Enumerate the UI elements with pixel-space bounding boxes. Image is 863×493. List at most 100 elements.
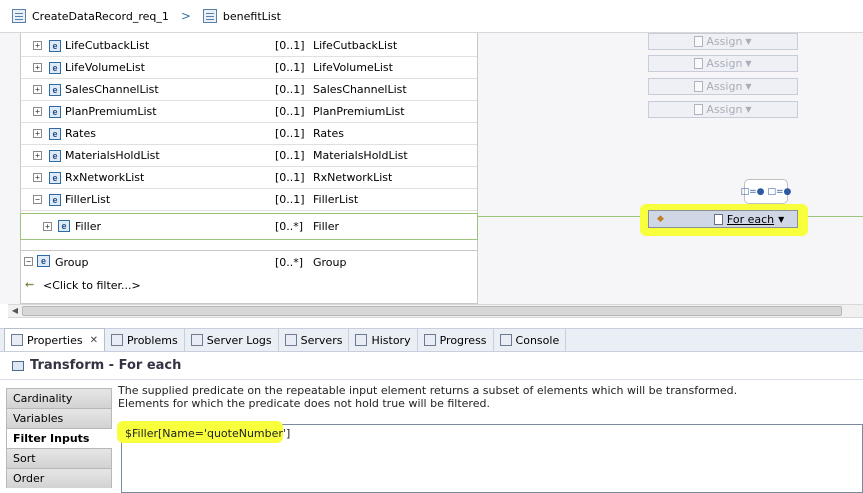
tree-item-type: MaterialsHoldList (313, 149, 408, 162)
close-icon[interactable]: ✕ (90, 335, 98, 346)
dropdown-arrow-icon[interactable]: ▼ (745, 59, 751, 68)
assign-label: Assign (706, 57, 743, 70)
expand-icon[interactable]: + (33, 129, 42, 138)
tree-item-type: PlanPremiumList (313, 105, 405, 118)
tree-item-cardinality: [0..1] (275, 171, 305, 184)
document-icon (694, 58, 704, 69)
servers-icon (284, 334, 297, 346)
tab-label: Console (515, 333, 560, 347)
nav-variables[interactable]: Variables (6, 408, 112, 428)
tab-history[interactable]: History (349, 329, 418, 351)
tree-item-cardinality: [0..1] (275, 61, 305, 74)
expand-icon[interactable]: + (33, 63, 42, 72)
server-logs-icon (190, 334, 203, 346)
transform-icon (12, 360, 24, 371)
tree-row-filler[interactable]: + e Filler [0..*] Filler (20, 213, 478, 240)
view-tabs: Properties ✕ Problems Server Logs Server… (0, 328, 863, 352)
collapse-icon[interactable]: − (33, 195, 42, 204)
tab-label: History (371, 333, 411, 347)
expand-icon[interactable]: + (33, 107, 42, 116)
description: The supplied predicate on the repeatable… (118, 384, 863, 410)
tree-item-cardinality: [0..1] (275, 149, 305, 162)
history-icon (355, 334, 368, 346)
scroll-thumb[interactable] (22, 306, 842, 316)
assign-transform[interactable]: Assign ▼ (648, 101, 798, 118)
breadcrumb: CreateDataRecord_req_1 > benefitList (0, 0, 863, 33)
nav-cardinality[interactable]: Cardinality (6, 388, 112, 408)
document-icon (694, 36, 704, 47)
tab-problems[interactable]: Problems (105, 329, 185, 351)
tab-servers[interactable]: Servers (279, 329, 350, 351)
tree-item-type: RxNetworkList (313, 171, 393, 184)
mapping-left-icon[interactable]: □=● (741, 187, 765, 197)
foreach-label[interactable]: For each (727, 213, 774, 226)
tree-item-name: Rates (65, 127, 96, 140)
tree-item-cardinality: [0..1] (275, 83, 305, 96)
filter-input[interactable]: <Click to filter...> (43, 279, 141, 292)
tree-item-type: SalesChannelList (313, 83, 407, 96)
filter-icon: ⇜ (25, 278, 35, 291)
tree-item-type: Rates (313, 127, 344, 140)
tree-item-type: Filler (313, 220, 339, 233)
scroll-left-icon[interactable]: ◀ (8, 305, 22, 317)
expand-icon[interactable]: + (33, 151, 42, 160)
breadcrumb-map-name[interactable]: CreateDataRecord_req_1 (32, 10, 169, 23)
properties-icon (11, 334, 23, 346)
dropdown-arrow-icon[interactable]: ▼ (745, 82, 751, 91)
tree-row[interactable]: + e RxNetworkList [0..1] RxNetworkList (21, 167, 477, 189)
expand-icon[interactable]: + (43, 222, 52, 231)
mapping-right-icon[interactable]: □=● (768, 187, 792, 197)
tree-item-name: MaterialsHoldList (65, 149, 160, 162)
expression-text[interactable]: $Filler[Name='quoteNumber'] (125, 427, 290, 440)
tree-row[interactable]: − e FillerList [0..1] FillerList (21, 189, 477, 211)
assign-transform[interactable]: Assign ▼ (648, 33, 798, 50)
tree-row[interactable]: + e LifeCutbackList [0..1] LifeCutbackLi… (21, 35, 477, 57)
tab-console[interactable]: Console (494, 329, 567, 351)
foreach-transform[interactable]: ◆ For each ▼ (648, 210, 798, 228)
tree-row[interactable]: + e LifeVolumeList [0..1] LifeVolumeList (21, 57, 477, 79)
dropdown-arrow-icon[interactable]: ▼ (778, 215, 784, 224)
horizontal-scrollbar[interactable]: ◀ (8, 304, 863, 318)
foreach-popup[interactable]: □=● □=● (741, 179, 791, 204)
tree-row[interactable]: + e PlanPremiumList [0..1] PlanPremiumLi… (21, 101, 477, 123)
tree-item-type: LifeVolumeList (313, 61, 393, 74)
tree-item-name: Filler (75, 220, 101, 233)
element-icon: e (49, 83, 61, 96)
tree-row[interactable]: + e Rates [0..1] Rates (21, 123, 477, 145)
properties-nav: Cardinality Variables Filter Inputs Sort… (6, 388, 112, 493)
group-section: − e Group [0..*] Group ⇜ <Click to filte… (20, 250, 478, 304)
tree-row[interactable]: + e MaterialsHoldList [0..1] MaterialsHo… (21, 145, 477, 167)
nav-order[interactable]: Order (6, 468, 112, 488)
element-icon: e (49, 127, 61, 140)
tree-item-name: FillerList (65, 193, 111, 206)
tree-item-cardinality: [0..*] (275, 256, 304, 269)
tree-item-cardinality: [0..1] (275, 105, 305, 118)
expand-icon[interactable]: + (33, 41, 42, 50)
dropdown-arrow-icon[interactable]: ▼ (745, 37, 751, 46)
tab-properties[interactable]: Properties ✕ (4, 328, 105, 351)
tree-item-name: PlanPremiumList (65, 105, 157, 118)
connector-icon: ◆ (657, 214, 664, 224)
nav-filter-inputs[interactable]: Filter Inputs (6, 428, 112, 448)
description-line: Elements for which the predicate does no… (118, 397, 490, 410)
console-icon (499, 334, 512, 346)
tab-server-logs[interactable]: Server Logs (185, 329, 279, 351)
tree-item-cardinality: [0..*] (275, 220, 304, 233)
dropdown-arrow-icon[interactable]: ▼ (745, 105, 751, 114)
expand-icon[interactable]: + (33, 173, 42, 182)
tree-item-cardinality: [0..1] (275, 193, 305, 206)
expand-icon[interactable]: + (33, 85, 42, 94)
tree-item-name: SalesChannelList (65, 83, 159, 96)
assign-transform[interactable]: Assign ▼ (648, 78, 798, 95)
nav-sort[interactable]: Sort (6, 448, 112, 468)
breadcrumb-current[interactable]: benefitList (223, 10, 281, 23)
tab-progress[interactable]: Progress (418, 329, 494, 351)
collapse-icon[interactable]: − (24, 257, 33, 266)
assign-label: Assign (706, 103, 743, 116)
element-icon: e (58, 220, 70, 232)
assign-transform[interactable]: Assign ▼ (648, 55, 798, 72)
tree-item-name: Group (55, 256, 89, 269)
tree-row[interactable]: + e SalesChannelList [0..1] SalesChannel… (21, 79, 477, 101)
element-icon: e (49, 61, 61, 74)
element-icon: e (49, 105, 61, 118)
